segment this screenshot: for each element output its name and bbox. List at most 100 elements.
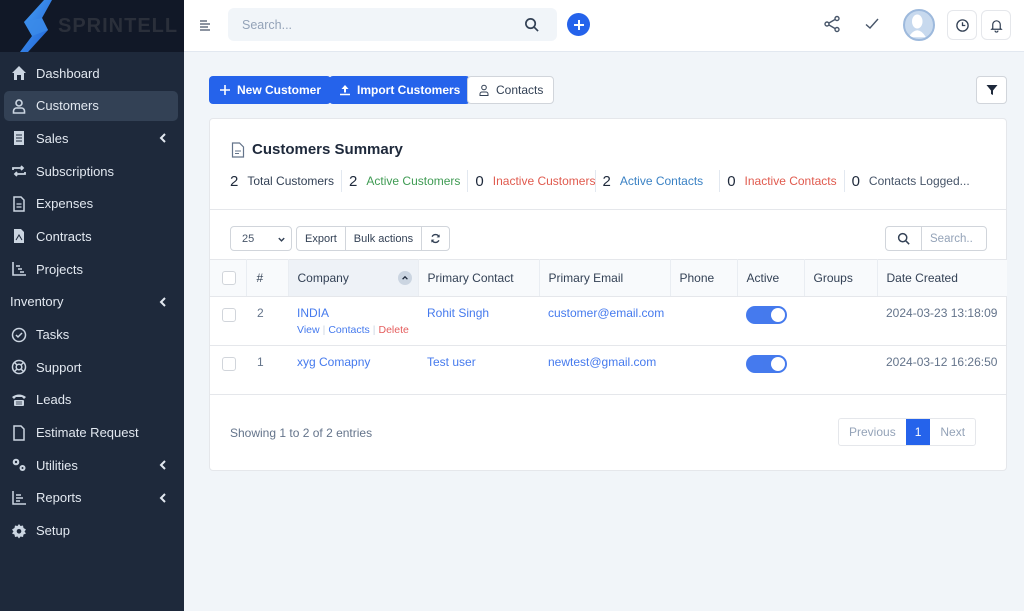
sidebar-item-label: Customers [36,98,99,114]
select-all-checkbox[interactable] [222,271,236,285]
column-header-primary-contact[interactable]: Primary Contact [418,259,540,297]
sidebar-item-tasks[interactable]: Tasks [4,320,178,350]
phone-icon [10,391,28,409]
sidebar-item-contracts[interactable]: Contracts [4,221,178,251]
avatar[interactable] [903,9,935,41]
document-icon [10,195,28,213]
stat-active-customers: 2 Active Customers [349,170,469,192]
row-checkbox[interactable] [222,357,236,371]
stat-label: Inactive Customers [492,174,596,188]
global-search-input[interactable] [228,8,498,41]
active-toggle[interactable] [746,355,787,373]
row-contact-cell: Rohit Singh [418,296,539,346]
logo[interactable]: SPRINTELL [0,0,184,52]
column-header-groups[interactable]: Groups [804,259,878,297]
user-icon [10,97,28,115]
sidebar-item-label: Reports [36,490,82,506]
bulk-actions-button[interactable]: Bulk actions [346,227,423,250]
row-checkbox[interactable] [222,308,236,322]
sidebar-item-support[interactable]: Support [4,352,178,382]
sidebar-item-setup[interactable]: Setup [4,516,178,546]
plus-icon [573,19,584,30]
new-customer-label: New Customer [237,83,322,97]
sidebar-item-sales[interactable]: Sales [4,123,178,153]
view-link[interactable]: View [297,324,320,336]
sidebar-item-inventory[interactable]: Inventory [4,287,178,317]
contract-icon [10,227,28,245]
reload-button[interactable] [422,227,449,250]
contact-link[interactable]: Rohit Singh [427,306,489,320]
sidebar-item-label: Expenses [36,196,94,212]
email-link[interactable]: newtest@gmail.com [548,355,656,369]
share-icon[interactable] [823,15,841,33]
sidebar-item-leads[interactable]: Leads [4,385,178,415]
row-email-cell: newtest@gmail.com [539,345,670,395]
company-link[interactable]: xyg Comapny [297,355,370,369]
sidebar-item-projects[interactable]: Projects [4,254,178,284]
sidebar-item-subscriptions[interactable]: Subscriptions [4,156,178,186]
table-header-row: # Company Primary Contact Primary Email … [210,259,1007,297]
sidebar: SPRINTELL Dashboard Customers Sales Subs… [0,0,184,611]
row-date-created: 2024-03-12 16:26:50 [877,345,1007,395]
export-button[interactable]: Export [297,227,346,250]
sprintell-logo-icon [20,0,52,52]
timer-button[interactable] [947,10,977,40]
sidebar-item-customers[interactable]: Customers [4,90,178,121]
next-page-button[interactable]: Next [930,419,975,445]
new-customer-button[interactable]: New Customer [209,76,332,104]
search-icon[interactable] [524,17,539,32]
column-header-company[interactable]: Company [288,259,419,297]
global-search [228,8,557,41]
sidebar-item-expenses[interactable]: Expenses [4,189,178,219]
sidebar-item-reports[interactable]: Reports [4,483,178,513]
sidebar-item-label: Support [36,359,82,375]
delete-link[interactable]: Delete [378,324,408,336]
check-icon[interactable] [863,15,881,33]
column-header-active[interactable]: Active [737,259,805,297]
sidebar-nav: Dashboard Customers Sales Subscriptions … [0,52,184,546]
contact-link[interactable]: Test user [427,355,476,369]
previous-page-button[interactable]: Previous [839,419,906,445]
sidebar-item-dashboard[interactable]: Dashboard [4,58,178,88]
active-toggle[interactable] [746,306,787,324]
page-1-button[interactable]: 1 [905,419,931,445]
sidebar-item-label: Setup [36,523,70,539]
page-size-value: 25 [242,232,255,245]
menu-icon[interactable] [198,18,212,32]
summary-stats: 2 Total Customers 2 Active Customers 0 Inac… [230,170,984,192]
search-icon[interactable] [886,227,922,250]
sidebar-item-label: Sales [36,130,69,146]
contacts-link[interactable]: Contacts [328,324,369,336]
sidebar-item-label: Utilities [36,457,78,473]
company-link[interactable]: INDIA [297,306,329,320]
cogs-icon [10,456,28,474]
filter-button[interactable] [976,76,1007,104]
email-link[interactable]: customer@email.com [548,306,664,320]
chevron-left-icon [159,133,166,144]
contacts-button[interactable]: Contacts [467,76,555,104]
stat-label: Active Contacts [619,174,704,188]
file-icon [10,424,28,442]
row-select-cell [210,296,246,346]
sidebar-item-label: Subscriptions [36,163,115,179]
row-phone [670,296,737,346]
stat-value: 0 [475,172,484,190]
sidebar-item-utilities[interactable]: Utilities [4,450,178,480]
sidebar-item-estimate-request[interactable]: Estimate Request [4,418,178,448]
import-customers-button[interactable]: Import Customers [329,76,471,104]
column-header-phone[interactable]: Phone [670,259,738,297]
quick-create-button[interactable] [567,13,590,36]
notifications-button[interactable] [981,10,1011,40]
row-company-cell: xyg Comapny [288,345,418,395]
divider [210,209,1006,210]
chevron-left-icon [159,460,166,470]
column-header-primary-email[interactable]: Primary Email [539,259,671,297]
column-header-date-created[interactable]: Date Created [877,259,1007,297]
column-header-id[interactable]: # [246,259,289,297]
row-active-cell [737,345,804,395]
entries-info: Showing 1 to 2 of 2 entries [230,426,373,440]
page-size-select[interactable]: 25 [230,226,292,251]
brand-name: SPRINTELL [58,14,179,37]
table-search [885,226,987,251]
table-search-input[interactable] [922,227,986,250]
